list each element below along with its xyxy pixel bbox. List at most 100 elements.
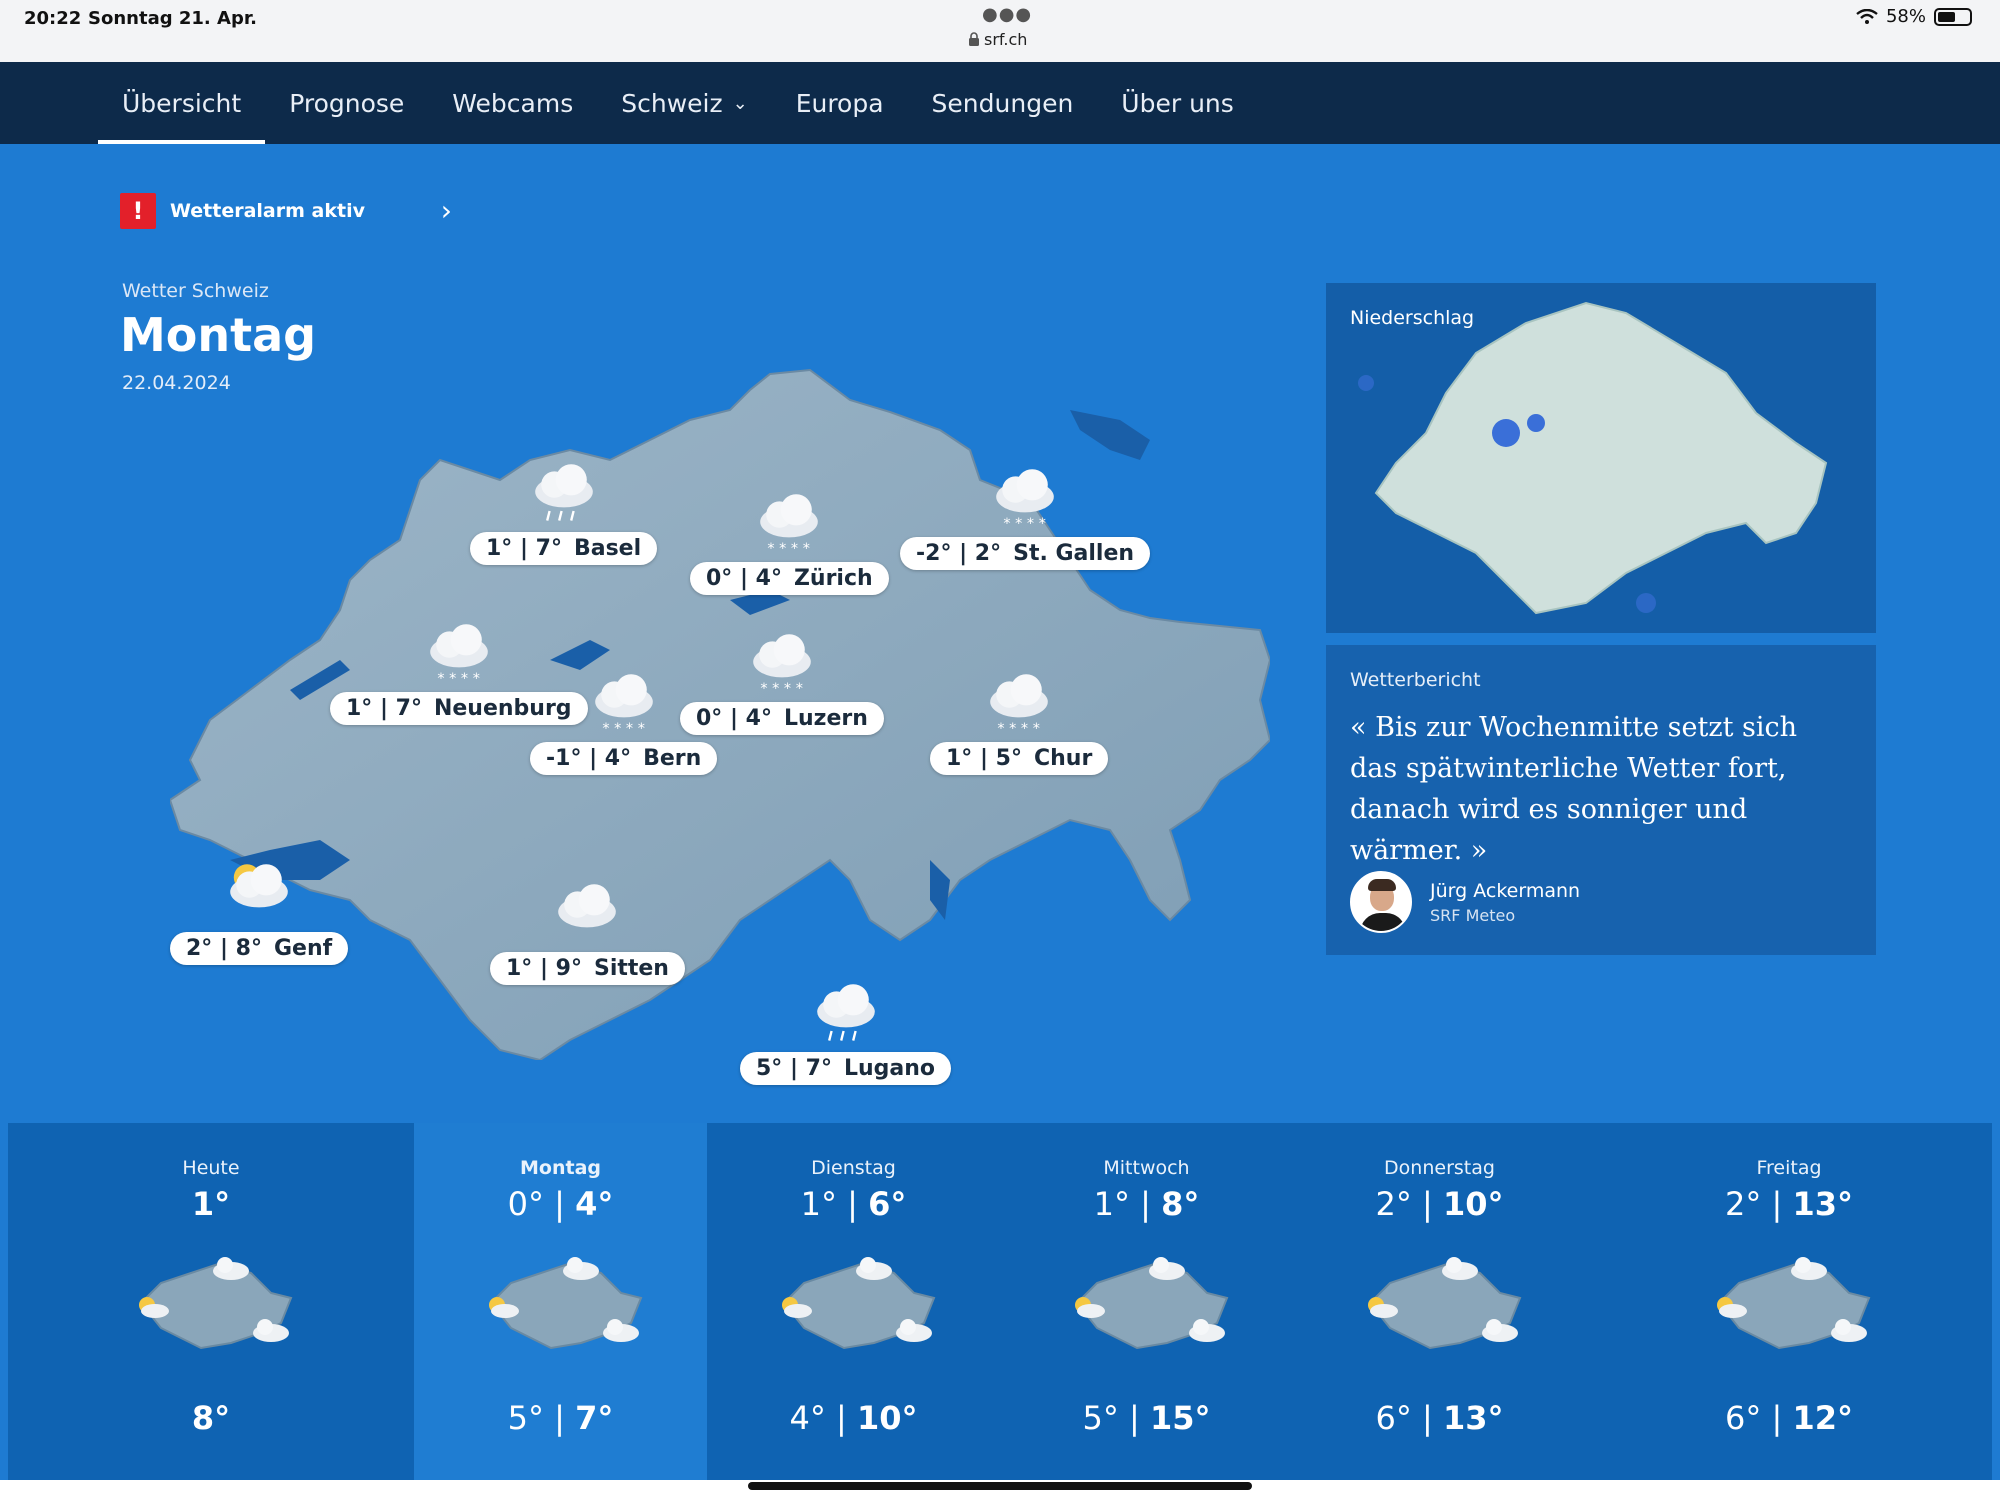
- city-temps: 1° | 9°: [506, 956, 582, 982]
- nav-item-label: Sendungen: [931, 88, 1074, 118]
- forecast-temps-south: 2° | 13°: [1724, 1185, 1853, 1223]
- address-url[interactable]: srf.ch: [968, 30, 1027, 49]
- forecast-day-montag[interactable]: Montag 0° | 4° 5° | 7°: [414, 1123, 707, 1480]
- forecast-day-freitag[interactable]: Freitag 2° | 13° 6° | 12°: [1586, 1123, 1992, 1480]
- cloud-rain-icon: [528, 460, 600, 532]
- forecast-day-name: Freitag: [1756, 1157, 1822, 1179]
- report-author: Jürg Ackermann SRF Meteo: [1350, 871, 1580, 933]
- battery-icon: [1934, 7, 1972, 26]
- battery-percent: 58%: [1885, 6, 1926, 27]
- nav-item-übersicht[interactable]: Übersicht: [98, 62, 266, 144]
- lock-icon: [969, 32, 979, 46]
- city-temps: 5° | 7°: [756, 1056, 832, 1082]
- sun-cloud-icon: [223, 860, 295, 932]
- city-temp-pill: -1° | 4° Bern: [530, 742, 718, 776]
- section-subtitle: Wetter Schweiz: [122, 280, 269, 302]
- cloud-snow-icon: * * * *: [746, 630, 818, 702]
- report-quote: « Bis zur Wochenmitte setzt sich das spä…: [1350, 712, 1798, 866]
- nav-item-label: Übersicht: [122, 88, 242, 118]
- cloud-icon: [551, 880, 623, 952]
- city-temp-pill: -2° | 2° St. Gallen: [900, 537, 1151, 571]
- city-basel[interactable]: 1° | 7° Basel: [470, 460, 658, 566]
- nav-item-europa[interactable]: Europa: [772, 62, 908, 144]
- cloud-snow-icon: * * * *: [989, 465, 1061, 537]
- forecast-day-name: Dienstag: [811, 1157, 896, 1179]
- city-name: Lugano: [843, 1056, 936, 1082]
- mini-weather-map: [1699, 1243, 1879, 1367]
- svg-text:* * * *: * * * *: [437, 671, 480, 687]
- city-name: Bern: [643, 746, 702, 772]
- city-name: Genf: [273, 936, 333, 962]
- mini-weather-map: [1057, 1243, 1237, 1367]
- city-temps: 1° | 7°: [486, 536, 562, 562]
- city-name: Basel: [573, 536, 642, 562]
- nav-item-sendungen[interactable]: Sendungen: [908, 62, 1098, 144]
- forecast-temps-north: 4° | 10°: [789, 1399, 918, 1437]
- city-chur[interactable]: * * * * 1° | 5° Chur: [930, 670, 1109, 776]
- city-temp-pill: 1° | 7° Basel: [470, 532, 658, 566]
- forecast-day-heute[interactable]: Heute 1° 8°: [8, 1123, 414, 1480]
- mini-weather-map: [471, 1243, 651, 1367]
- city-temp-pill: 1° | 5° Chur: [930, 742, 1109, 776]
- city-genf[interactable]: 2° | 8° Genf: [170, 860, 349, 966]
- nav-item-label: Prognose: [289, 88, 405, 118]
- svg-text:* * * *: * * * *: [998, 721, 1041, 737]
- alarm-label: Wetteralarm aktiv: [170, 200, 365, 222]
- city-name: Luzern: [783, 706, 868, 732]
- precipitation-radar[interactable]: Niederschlag: [1326, 283, 1876, 633]
- city-bern[interactable]: * * * * -1° | 4° Bern: [530, 670, 718, 776]
- city-temps: 2° | 8°: [186, 936, 262, 962]
- city-st-gallen[interactable]: * * * * -2° | 2° St. Gallen: [900, 465, 1151, 571]
- city-temp-pill: 2° | 8° Genf: [170, 932, 349, 966]
- chevron-down-icon: ⌄: [732, 92, 748, 114]
- forecast-day-name: Mittwoch: [1103, 1157, 1190, 1179]
- nav-item-schweiz[interactable]: Schweiz ⌄: [597, 62, 771, 144]
- svg-text:* * * *: * * * *: [768, 541, 811, 557]
- city-temps: -1° | 4°: [546, 746, 632, 772]
- city-temps: 1° | 7°: [346, 696, 422, 722]
- city-temp-pill: 0° | 4° Zürich: [690, 562, 889, 596]
- weather-report[interactable]: Wetterbericht « Bis zur Wochenmitte setz…: [1326, 645, 1876, 955]
- avatar: [1350, 871, 1412, 933]
- forecast-day-dienstag[interactable]: Dienstag 1° | 6° 4° | 10°: [707, 1123, 1000, 1480]
- svg-text:* * * *: * * * *: [760, 681, 803, 697]
- forecast-day-name: Heute: [182, 1157, 240, 1179]
- nav-item-label: Über uns: [1121, 88, 1234, 118]
- url-text: srf.ch: [984, 30, 1028, 49]
- author-role: SRF Meteo: [1430, 905, 1516, 925]
- home-indicator[interactable]: [748, 1482, 1252, 1490]
- city-temps: -2° | 2°: [916, 541, 1002, 567]
- forecast-temps-south: 0° | 4°: [507, 1185, 614, 1223]
- nav-item-über-uns[interactable]: Über uns: [1097, 62, 1258, 144]
- city-name: St. Gallen: [1013, 541, 1135, 567]
- mini-weather-map: [1350, 1243, 1530, 1367]
- mini-weather-map: [121, 1243, 301, 1367]
- forecast-temps-north: 5° | 15°: [1082, 1399, 1211, 1437]
- city-lugano[interactable]: 5° | 7° Lugano: [740, 980, 952, 1086]
- nav-item-prognose[interactable]: Prognose: [265, 62, 428, 144]
- radar-title: Niederschlag: [1350, 307, 1475, 329]
- cloud-snow-icon: * * * *: [588, 670, 660, 742]
- svg-text:* * * *: * * * *: [602, 721, 645, 737]
- report-title: Wetterbericht: [1350, 669, 1481, 691]
- status-right: 58%: [1856, 6, 1972, 27]
- page-title: Montag: [120, 308, 317, 362]
- more-dots-icon[interactable]: ●●●: [982, 4, 1032, 25]
- forecast-day-donnerstag[interactable]: Donnerstag 2° | 10° 6° | 13°: [1293, 1123, 1586, 1480]
- weather-alarm-link[interactable]: ! Wetteralarm aktiv ›: [120, 192, 460, 230]
- city-temps: 0° | 4°: [706, 566, 782, 592]
- forecast-temps-south: 1°: [191, 1185, 231, 1223]
- city-zürich[interactable]: * * * * 0° | 4° Zürich: [690, 490, 889, 596]
- city-name: Sitten: [593, 956, 669, 982]
- city-temp-pill: 5° | 7° Lugano: [740, 1052, 952, 1086]
- forecast-temps-north: 8°: [191, 1399, 231, 1437]
- forecast-temps-south: 2° | 10°: [1375, 1185, 1504, 1223]
- city-sitten[interactable]: 1° | 9° Sitten: [490, 880, 685, 986]
- nav-item-webcams[interactable]: Webcams: [428, 62, 597, 144]
- city-temp-pill: 1° | 9° Sitten: [490, 952, 685, 986]
- forecast-day-mittwoch[interactable]: Mittwoch 1° | 8° 5° | 15°: [1000, 1123, 1293, 1480]
- forecast-temps-north: 6° | 12°: [1724, 1399, 1853, 1437]
- radar-map: [1358, 301, 1828, 615]
- main-nav: Übersicht Prognose Webcams Schweiz ⌄ Europa Se…: [0, 62, 2000, 144]
- cloud-rain-icon: [810, 980, 882, 1052]
